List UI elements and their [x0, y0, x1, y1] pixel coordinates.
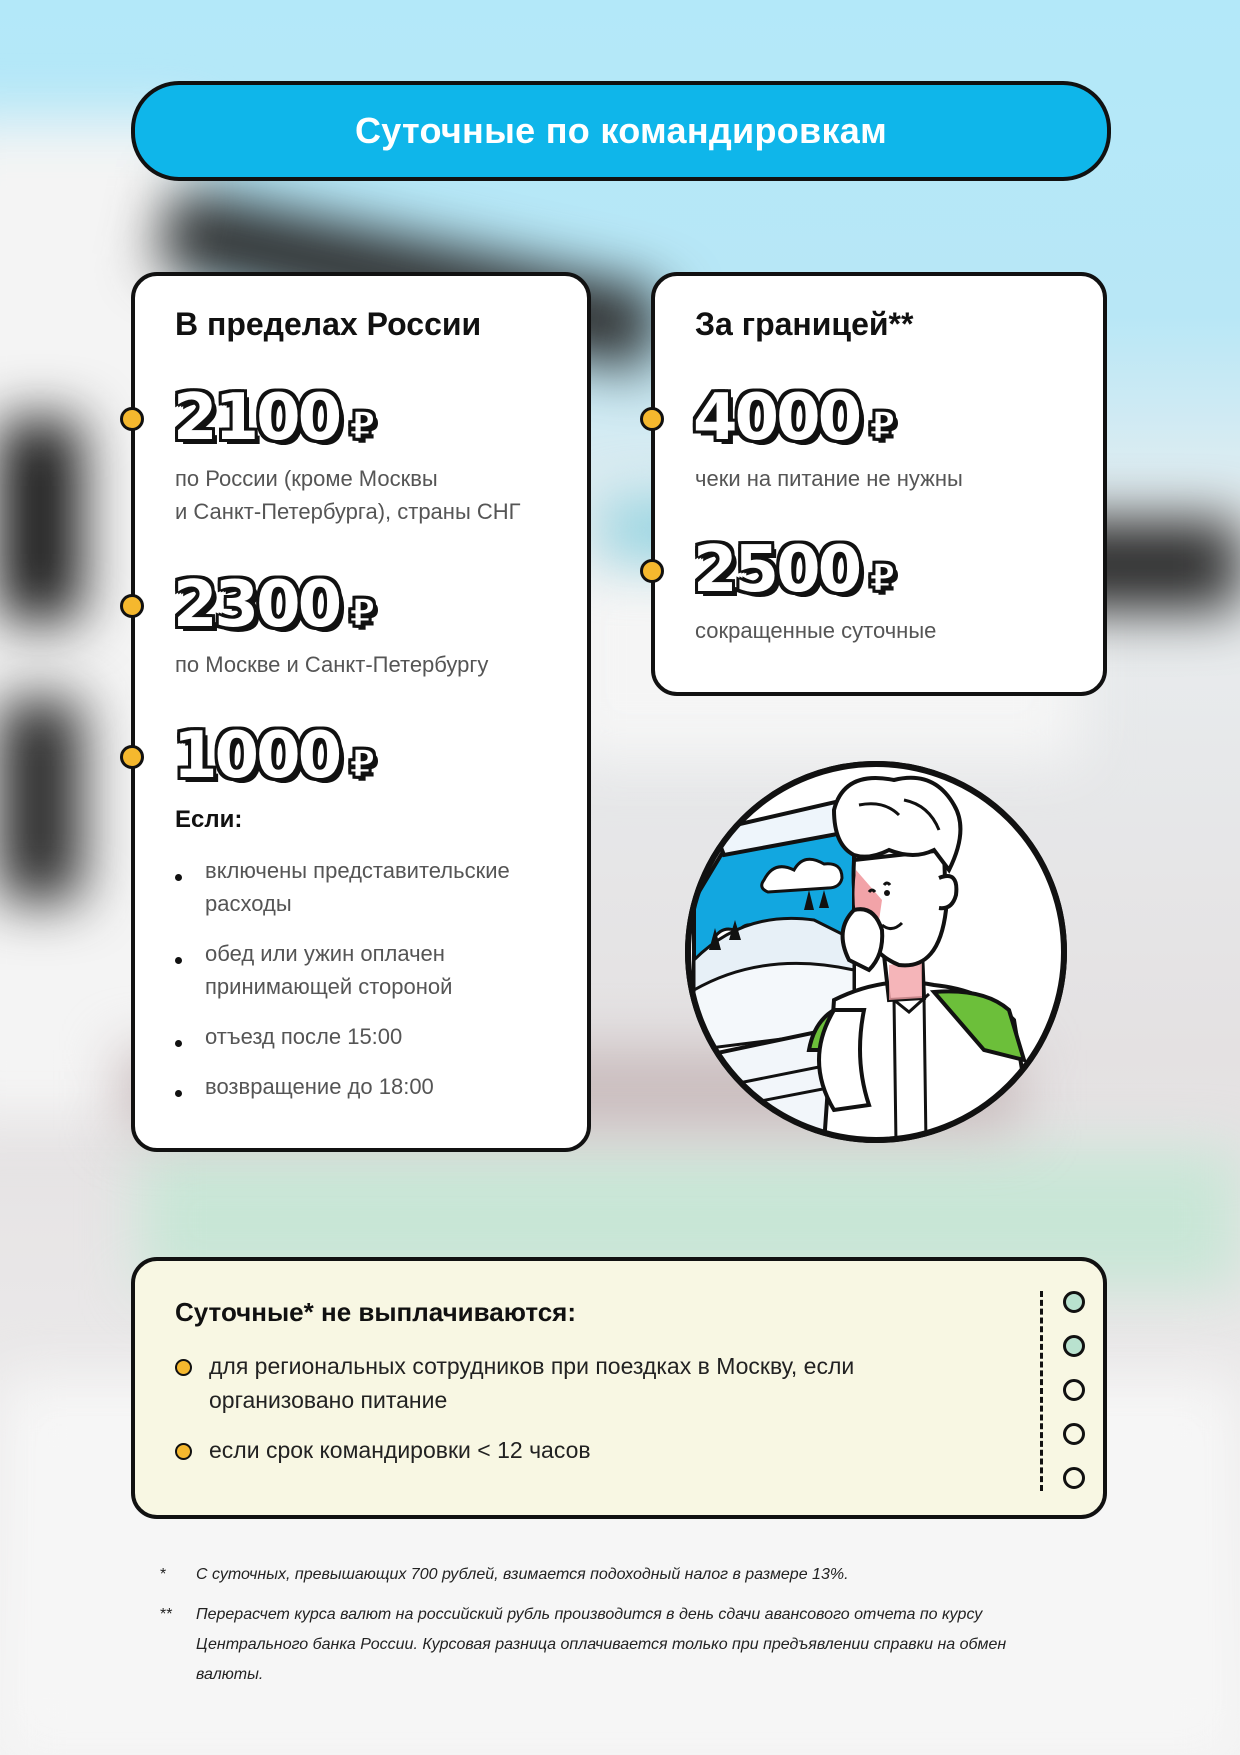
- bullet-icon: [175, 1359, 192, 1376]
- bullet-icon: [175, 1443, 192, 1460]
- abroad-heading: За границей**: [695, 306, 914, 342]
- desc-line: по России (кроме Москвы: [175, 466, 438, 491]
- amount-description: чеки на питание не нужны: [695, 466, 963, 491]
- footnote: * С суточных, превышающих 700 рублей, вз…: [160, 1560, 1060, 1590]
- list-item-text: отъезд после 15:00: [205, 1024, 403, 1049]
- bullet-icon: [175, 1090, 182, 1097]
- ruble-sign: ₽: [348, 404, 377, 448]
- list-item-text: организовано питание: [209, 1387, 448, 1413]
- list-item: отъезд после 15:00: [175, 1020, 575, 1053]
- not-paid-list: для региональных сотрудников при поездка…: [175, 1349, 915, 1483]
- footnotes: * С суточных, превышающих 700 рублей, вз…: [160, 1560, 1060, 1700]
- amount-value: 4000: [693, 381, 862, 455]
- footnote: ** Перерасчет курса валют на российский …: [160, 1600, 1060, 1690]
- list-item-text: расходы: [205, 891, 292, 916]
- ruble-sign: ₽: [348, 591, 377, 635]
- ring-icon: [1063, 1335, 1085, 1357]
- desc-line: и Санкт-Петербурга), страны СНГ: [175, 499, 521, 524]
- list-item-text: обед или ужин оплачен: [205, 941, 445, 966]
- amount-description: сокращенные суточные: [695, 618, 937, 643]
- amount-marker: [640, 407, 664, 431]
- russia-heading: В пределах России: [175, 306, 482, 342]
- list-item-text: принимающей стороной: [205, 974, 453, 999]
- ring-icon: [1063, 1379, 1085, 1401]
- page-title: Суточные по командировкам: [131, 81, 1111, 181]
- conditions-list: включены представительские расходы обед …: [175, 854, 575, 1120]
- ruble-sign: ₽: [868, 404, 897, 448]
- footnote-text: С суточных, превышающих 700 рублей, взим…: [196, 1566, 849, 1583]
- amount-2100: 2100 ₽: [173, 386, 377, 450]
- bullet-icon: [175, 1040, 182, 1047]
- list-item: если срок командировки < 12 часов: [175, 1433, 915, 1467]
- list-item-text: если срок командировки < 12 часов: [209, 1437, 591, 1463]
- amount-value: 2100: [173, 381, 342, 455]
- perforation-line: [1040, 1291, 1043, 1491]
- amount-4000: 4000 ₽: [693, 386, 897, 450]
- list-item-text: включены представительские: [205, 858, 510, 883]
- amount-2500: 2500 ₽: [693, 538, 897, 602]
- ruble-sign: ₽: [868, 556, 897, 600]
- list-item: для региональных сотрудников при поездка…: [175, 1349, 915, 1417]
- amount-value: 2300: [173, 568, 342, 642]
- ring-icon: [1063, 1423, 1085, 1445]
- footnote-text: Перерасчет курса валют на российский руб…: [196, 1606, 1007, 1683]
- amount-value: 2500: [693, 533, 862, 607]
- traveler-illustration: [685, 761, 1067, 1143]
- footnote-mark: *: [160, 1566, 167, 1583]
- abroad-card: За границей** 4000 ₽ чеки на питание не н…: [640, 272, 1107, 696]
- not-paid-heading: Суточные* не выплачиваются:: [175, 1297, 577, 1327]
- amount-marker: [120, 594, 144, 618]
- list-item: возвращение до 18:00: [175, 1070, 575, 1103]
- amount-marker: [120, 745, 144, 769]
- ruble-sign: ₽: [348, 742, 377, 786]
- ring-icon: [1063, 1291, 1085, 1313]
- footnote-mark: **: [160, 1606, 173, 1623]
- amount-2300: 2300 ₽: [173, 573, 377, 637]
- conditions-label: Если:: [175, 806, 243, 833]
- amount-marker: [640, 559, 664, 583]
- amount-description: по Москве и Санкт-Петербургу: [175, 652, 489, 677]
- list-item: включены представительские расходы: [175, 854, 575, 920]
- list-item-text: для региональных сотрудников при поездка…: [209, 1353, 855, 1379]
- bullet-icon: [175, 957, 182, 964]
- not-paid-box: Суточные* не выплачиваются: для регионал…: [131, 1257, 1107, 1519]
- list-item-text: возвращение до 18:00: [205, 1074, 434, 1099]
- russia-card: В пределах России 2100 ₽ по России (кроме…: [120, 272, 591, 1152]
- amount-marker: [120, 407, 144, 431]
- amount-1000: 1000 ₽: [173, 724, 377, 788]
- ring-icon: [1063, 1467, 1085, 1489]
- bullet-icon: [175, 874, 182, 881]
- list-item: обед или ужин оплачен принимающей сторон…: [175, 937, 575, 1003]
- amount-value: 1000: [173, 719, 342, 793]
- amount-description: по России (кроме Москвы и Санкт-Петербур…: [175, 462, 521, 528]
